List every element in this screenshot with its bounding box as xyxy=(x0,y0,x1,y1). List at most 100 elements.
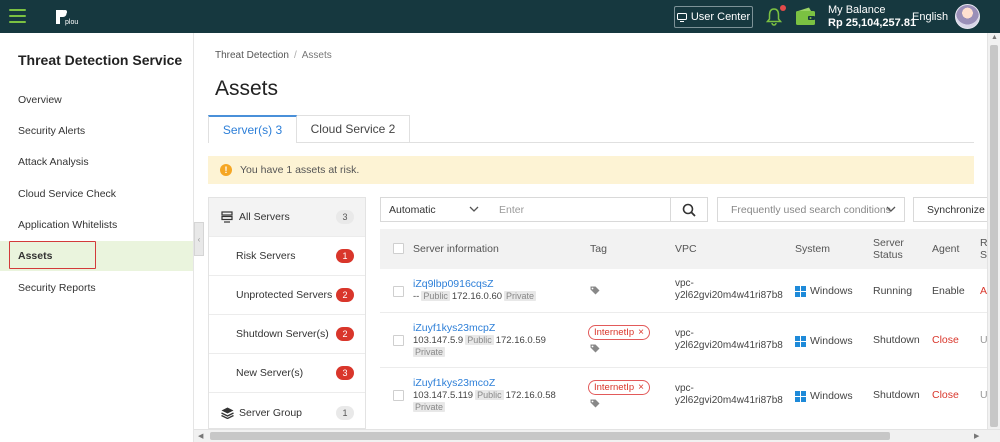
search-input[interactable] xyxy=(487,197,671,222)
scroll-right-arrow-icon[interactable]: ▶ xyxy=(974,432,979,440)
header-system: System xyxy=(795,243,831,255)
private-label: Private xyxy=(413,347,446,357)
avatar[interactable] xyxy=(955,4,980,29)
server-name-link[interactable]: iZq9lbp0916cqsZ xyxy=(413,278,538,290)
sidebar-item-cloud-service-check[interactable]: Cloud Service Check xyxy=(0,179,193,209)
tag-icon[interactable] xyxy=(590,399,600,408)
vpc-prefix: vpc- xyxy=(675,328,694,339)
frequent-conditions-select[interactable]: Frequently used search conditions xyxy=(717,197,905,222)
tag-chip[interactable]: InternetIp × xyxy=(588,380,650,395)
group-label: All Servers xyxy=(239,211,290,223)
close-icon[interactable]: × xyxy=(638,382,644,393)
group-server-group[interactable]: Server Group 1 xyxy=(209,394,365,428)
row-checkbox[interactable] xyxy=(393,390,404,401)
agent-status[interactable]: Close xyxy=(932,389,959,401)
row-checkbox[interactable] xyxy=(393,286,404,297)
system-name: Windows xyxy=(810,285,853,297)
notification-bell-icon[interactable] xyxy=(766,7,782,26)
frequent-conditions-placeholder: Frequently used search conditions xyxy=(731,203,891,216)
search-button[interactable] xyxy=(670,197,708,222)
ip-line: Private xyxy=(413,402,556,413)
server-name-link[interactable]: iZuyf1kys23mcoZ xyxy=(413,377,556,389)
vertical-scroll-thumb[interactable] xyxy=(990,45,998,427)
group-count: 1 xyxy=(336,406,354,420)
sidebar-item-label: Security Reports xyxy=(18,282,96,294)
public-ip: 103.147.5.119 xyxy=(413,390,474,401)
active-item-highlight xyxy=(9,241,96,269)
user-center-button[interactable]: User Center xyxy=(674,6,753,28)
system-cell: Windows xyxy=(795,390,853,402)
risk-status[interactable]: A xyxy=(980,285,987,297)
row-checkbox[interactable] xyxy=(393,335,404,346)
tag-chip[interactable]: InternetIp × xyxy=(588,325,650,340)
close-icon[interactable]: × xyxy=(638,327,644,338)
server-name-link[interactable]: iZuyf1kys23mcpZ xyxy=(413,322,546,334)
vertical-scrollbar[interactable]: ▲ xyxy=(987,33,1000,430)
scroll-left-arrow-icon[interactable]: ◀ xyxy=(198,432,203,440)
sidebar-item-security-alerts[interactable]: Security Alerts xyxy=(0,116,193,146)
system-cell: Windows xyxy=(795,285,853,297)
vpc-id: y2l62gvi20m4w41ri87b8 xyxy=(675,340,783,351)
group-shutdown-servers[interactable]: Shutdown Server(s) 2 xyxy=(209,315,365,354)
balance-value: Rp 25,104,257.81 xyxy=(828,17,917,29)
ip-line: 103.147.5.119 Public 172.16.0.58 xyxy=(413,390,556,401)
private-label: Private xyxy=(504,291,537,301)
tag-icon[interactable] xyxy=(590,344,600,353)
search-mode-select[interactable]: Automatic xyxy=(380,197,488,222)
public-ip: 103.147.5.9 xyxy=(413,335,464,346)
sidebar-item-overview[interactable]: Overview xyxy=(0,85,193,115)
hamburger-menu-icon[interactable] xyxy=(9,9,26,23)
public-label: Public xyxy=(475,390,504,400)
system-name: Windows xyxy=(810,335,853,347)
select-all-checkbox[interactable] xyxy=(393,243,404,254)
group-unprotected-servers[interactable]: Unprotected Servers 2 xyxy=(209,276,365,315)
tab-servers[interactable]: Server(s) 3 xyxy=(208,115,297,143)
sidebar-item-label: Security Alerts xyxy=(18,125,86,137)
wallet-icon[interactable] xyxy=(795,7,816,26)
private-label: Private xyxy=(413,402,446,412)
ip-line: Private xyxy=(413,347,546,358)
balance-label: My Balance xyxy=(828,4,886,16)
group-label: Unprotected Servers xyxy=(236,289,333,301)
tab-cloud-service[interactable]: Cloud Service 2 xyxy=(297,115,410,143)
group-count: 1 xyxy=(336,249,354,263)
server-list-icon xyxy=(221,211,233,223)
group-all-servers[interactable]: All Servers 3 xyxy=(209,198,365,237)
vpc-cell: vpc-y2l62gvi20m4w41ri87b8 xyxy=(675,383,783,407)
ip-line: 103.147.5.9 Public 172.16.0.59 xyxy=(413,335,546,346)
sidebar-item-attack-analysis[interactable]: Attack Analysis xyxy=(0,147,193,177)
layers-icon xyxy=(221,407,234,419)
sidebar-collapse-handle[interactable]: ‹ xyxy=(194,222,204,256)
header-server-information: Server information xyxy=(413,243,499,255)
tag-icon[interactable] xyxy=(590,286,600,295)
private-ip: 172.16.0.60 xyxy=(451,291,503,302)
synchronize-button[interactable]: Synchronize A xyxy=(913,197,993,222)
scroll-up-arrow-icon[interactable]: ▲ xyxy=(991,34,998,41)
breadcrumb-root[interactable]: Threat Detection xyxy=(215,50,289,61)
language-selector[interactable]: English xyxy=(912,11,948,23)
header-agent: Agent xyxy=(932,243,960,255)
horizontal-scrollbar[interactable]: ◀ ▶ xyxy=(194,429,1000,442)
public-label: Public xyxy=(421,291,450,301)
public-ip: -- xyxy=(413,291,420,302)
sidebar-item-label: Cloud Service Check xyxy=(18,188,117,200)
header-vpc: VPC xyxy=(675,243,697,255)
header-server-status: Server Status xyxy=(873,229,904,269)
windows-icon xyxy=(795,390,806,402)
sidebar-title: Threat Detection Service xyxy=(18,52,183,68)
server-status: Shutdown xyxy=(873,389,920,401)
tag-label: InternetIp xyxy=(594,327,635,338)
public-label: Public xyxy=(465,335,494,345)
group-new-servers[interactable]: New Server(s) 3 xyxy=(209,354,365,393)
vpc-id: y2l62gvi20m4w41ri87b8 xyxy=(675,290,783,301)
logo[interactable]: plou xyxy=(54,8,88,26)
vpc-cell: vpc-y2l62gvi20m4w41ri87b8 xyxy=(675,328,783,352)
group-risk-servers[interactable]: Risk Servers 1 xyxy=(209,237,365,276)
agent-status[interactable]: Close xyxy=(932,334,959,346)
sidebar-item-application-whitelists[interactable]: Application Whitelists xyxy=(0,210,193,240)
breadcrumb-separator: / xyxy=(293,50,297,61)
horizontal-scroll-thumb[interactable] xyxy=(210,432,890,440)
sidebar-item-security-reports[interactable]: Security Reports xyxy=(0,273,193,303)
top-bar: plou User Center My Balance Rp 25,104,25… xyxy=(0,0,1000,33)
page-title: Assets xyxy=(215,77,279,100)
